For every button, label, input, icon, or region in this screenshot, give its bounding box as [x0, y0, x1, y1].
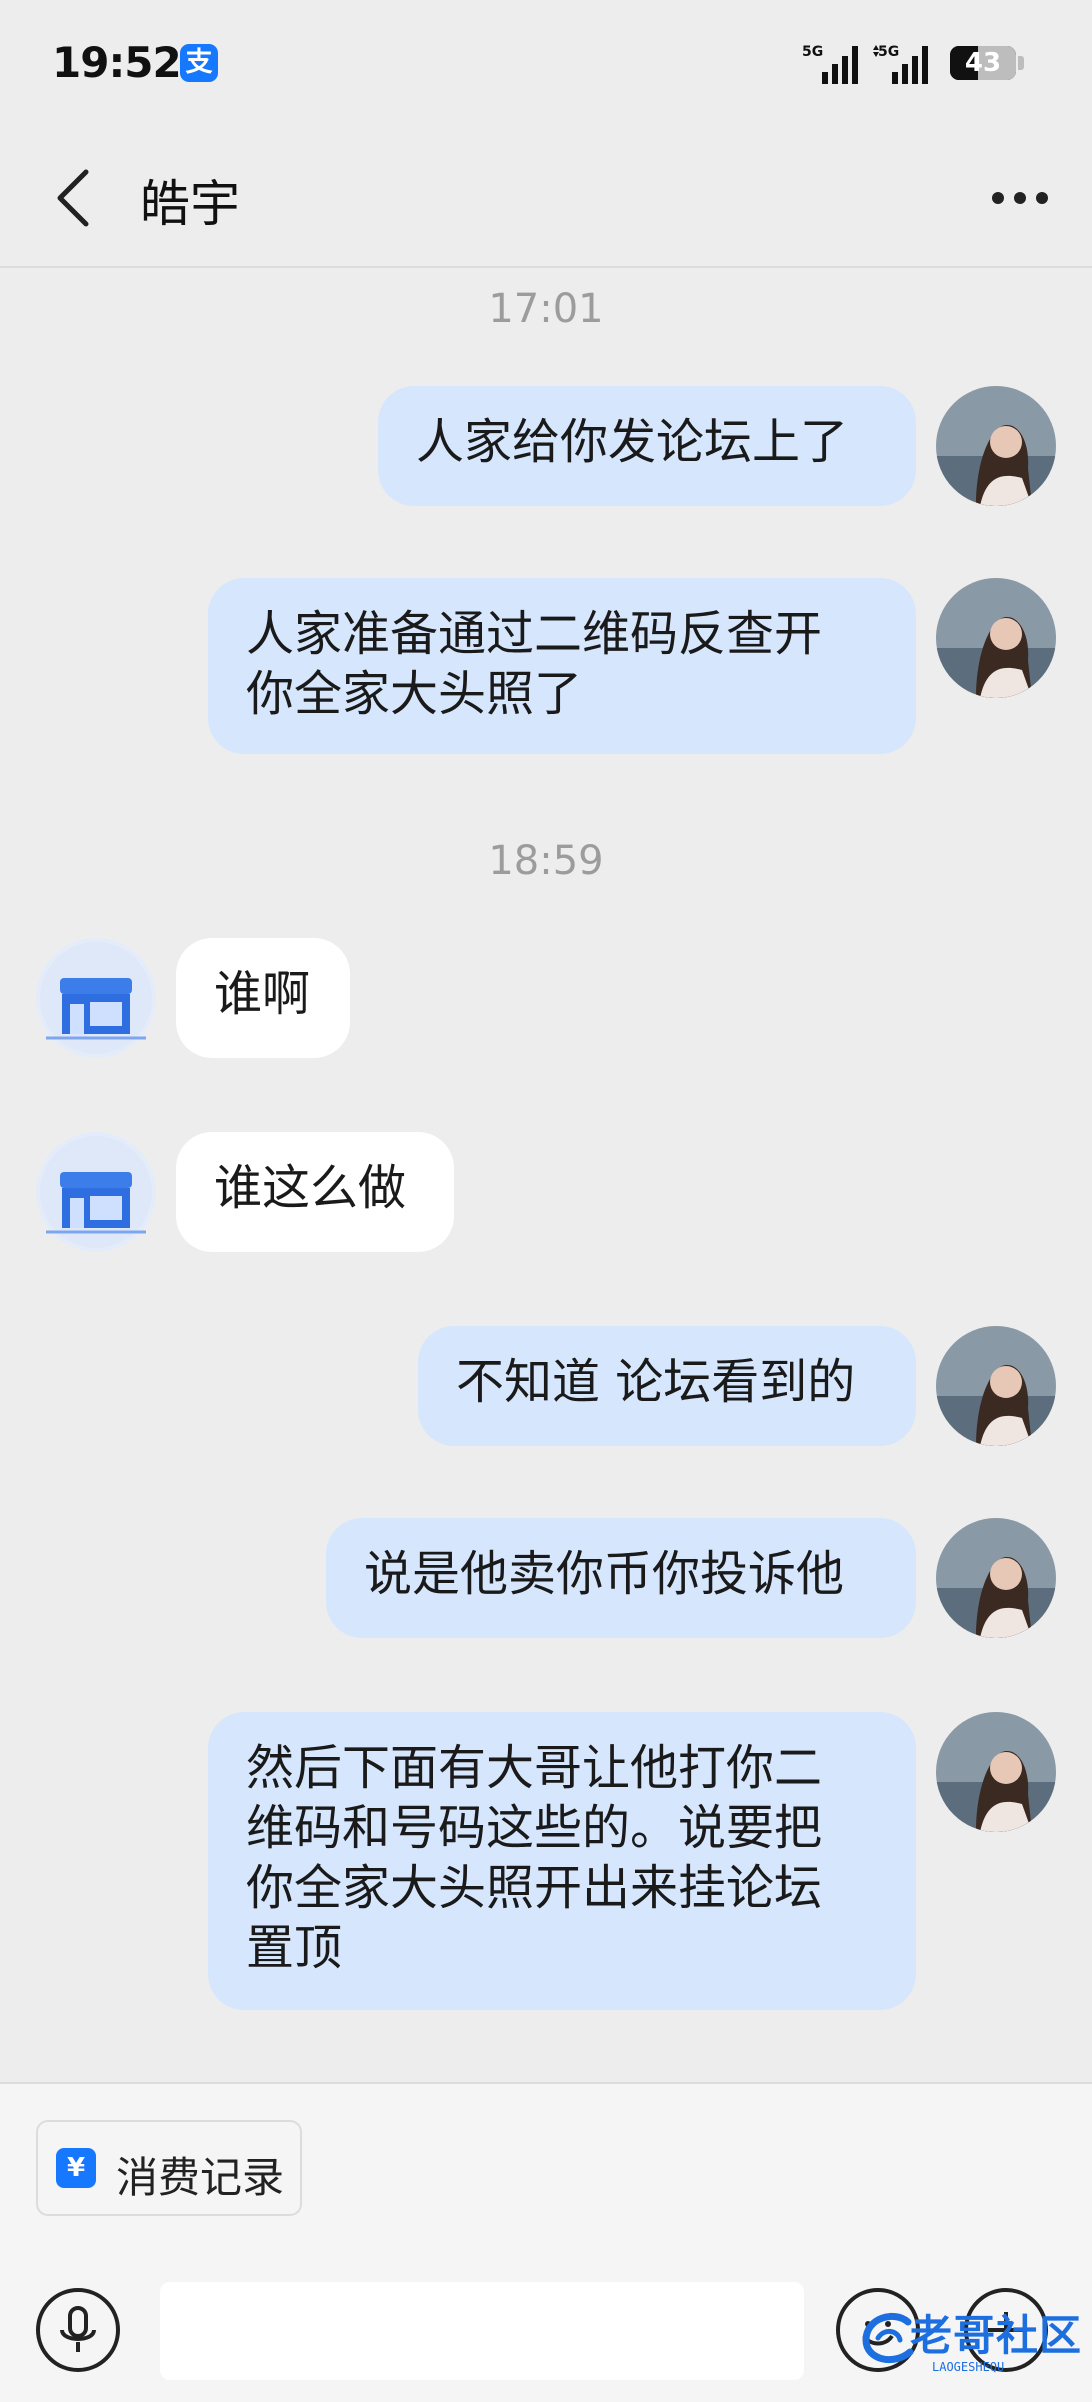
avatar-photo-icon: [936, 1712, 1056, 1832]
message-bubble[interactable]: 人家准备通过二维码反查开 你全家大头照了: [208, 578, 916, 754]
watermark-swirl-icon: [862, 2312, 914, 2364]
timestamp-separator: 18:59: [488, 838, 604, 884]
user-avatar[interactable]: [936, 1326, 1056, 1446]
message-bubble[interactable]: 然后下面有大哥让他打你二 维码和号码这些的。说要把 你全家大头照开出来挂论坛 置…: [208, 1712, 916, 2010]
user-avatar[interactable]: [936, 1518, 1056, 1638]
chat-header: 皓宇: [0, 128, 1092, 268]
shop-avatar[interactable]: [36, 938, 156, 1058]
chevron-left-icon[interactable]: [50, 166, 100, 230]
message-bubble[interactable]: 人家给你发论坛上了: [378, 386, 916, 506]
cellular-signal-icon-2: 5G: [873, 44, 928, 84]
message-bubble[interactable]: 谁啊: [176, 938, 350, 1058]
chat-title: 皓宇: [140, 175, 240, 233]
store-icon: [40, 1136, 152, 1248]
status-bar: 19:52 支 5G 5G 43: [0, 0, 1092, 128]
microphone-icon: [60, 2306, 96, 2352]
receipt-icon: ¥: [56, 2148, 96, 2188]
timestamp-separator: 17:01: [488, 286, 604, 332]
message-bubble[interactable]: 不知道 论坛看到的: [418, 1326, 916, 1446]
user-avatar[interactable]: [936, 578, 1056, 698]
battery-cap: [1018, 56, 1024, 70]
avatar-photo-icon: [936, 1518, 1056, 1638]
user-avatar[interactable]: [936, 386, 1056, 506]
status-time: 19:52: [52, 38, 182, 87]
alipay-badge-icon: 支: [180, 44, 218, 82]
cellular-signal-icon: 5G: [802, 44, 858, 84]
avatar-photo-icon: [936, 386, 1056, 506]
more-horizontal-icon[interactable]: [990, 178, 1050, 218]
voice-button[interactable]: [36, 2288, 120, 2372]
watermark-logo: 老哥社区 LAOGESHEQU: [850, 2300, 1090, 2390]
signal-label-2: 5G: [878, 44, 899, 60]
battery-level: 43: [964, 48, 1002, 78]
watermark-subtext: LAOGESHEQU: [932, 2360, 1005, 2374]
user-avatar[interactable]: [936, 1712, 1056, 1832]
message-bubble[interactable]: 谁这么做: [176, 1132, 454, 1252]
avatar-photo-icon: [936, 578, 1056, 698]
battery-icon: 43: [950, 46, 1016, 80]
shop-avatar[interactable]: [36, 1132, 156, 1252]
signal-label: 5G: [802, 44, 823, 60]
spending-record-label: 消费记录: [116, 2153, 285, 2202]
avatar-photo-icon: [936, 1326, 1056, 1446]
spending-record-button[interactable]: ¥ 消费记录: [36, 2120, 302, 2216]
message-bubble[interactable]: 说是他卖你币你投诉他: [326, 1518, 916, 1638]
message-input[interactable]: [160, 2282, 804, 2380]
watermark-text: 老哥社区: [910, 2311, 1083, 2360]
store-icon: [40, 942, 152, 1054]
